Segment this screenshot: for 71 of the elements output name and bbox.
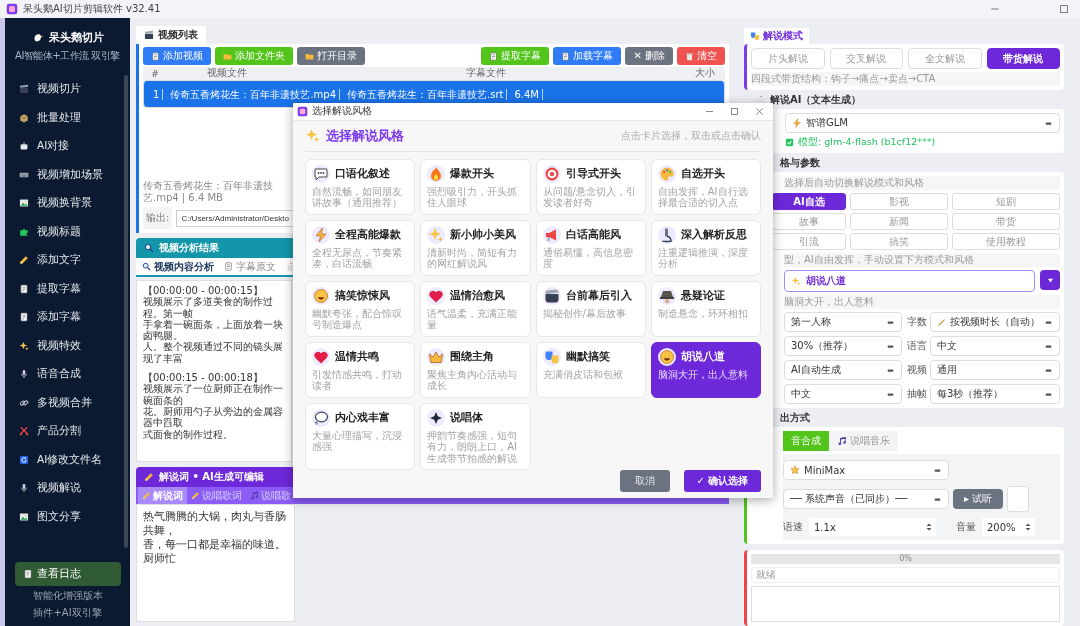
preset-hint: 选择后自动切换解说模式和风格 bbox=[784, 176, 1060, 190]
mode-hint: 四段式带货结构：钩子→痛点→卖点→CTA bbox=[751, 72, 1060, 86]
narration-title: 解说词 • AI生成可编辑 bbox=[159, 470, 264, 484]
style-description: 揭秘创作/幕后故事 bbox=[542, 307, 627, 319]
style-description: 语气温柔，充满正能量 bbox=[427, 307, 519, 331]
style-name: 幽默搞笑 bbox=[565, 349, 610, 364]
column-header: # bbox=[150, 68, 160, 79]
status-text: 就绪 bbox=[751, 567, 1060, 583]
style-description: 通俗易懂，高信息密度 bbox=[542, 246, 634, 270]
style-description: 清新时尚，简短有力的网红解说风 bbox=[427, 246, 519, 270]
brand-subtitle: AI智能体+工作流 双引擎 bbox=[15, 49, 120, 63]
brand-name: 呆头鹅切片 bbox=[48, 30, 104, 45]
analysis-title: 视频分析结果 bbox=[159, 241, 219, 255]
style-description: 全程无尿点，节奏紧凑，白话流畅 bbox=[312, 246, 403, 270]
table-cell: 6.4M bbox=[511, 88, 543, 100]
speed-label: 语速 bbox=[783, 520, 803, 534]
style-name: 全程高能爆款 bbox=[335, 227, 401, 242]
table-cell: 1 bbox=[150, 88, 164, 100]
style-name: 深入解析反思 bbox=[680, 227, 747, 242]
style-description: 从问题/悬念切入，引发读者好奇 bbox=[542, 185, 637, 209]
style-description: 脑洞大开，出人意料 bbox=[657, 368, 749, 380]
param-label: 抽帧 bbox=[906, 387, 927, 401]
dialog-hint: 点击卡片选择，双击或点击确认 bbox=[621, 128, 761, 143]
column-header: 字幕文件 bbox=[465, 67, 507, 80]
style-name: 内心戏丰富 bbox=[335, 410, 390, 425]
style-description: 大量心理描写，沉浸感强 bbox=[312, 429, 403, 453]
footer-text: 智能化增强版本 bbox=[32, 589, 103, 603]
style-name: 台前幕后引入 bbox=[565, 288, 632, 303]
window-title: 呆头鹅AI切片剪辑软件 v32.41 bbox=[23, 2, 161, 16]
column-header: 视频文件 bbox=[206, 67, 248, 80]
style-description: 自由发挥，AI自行选择最合适的切入点 bbox=[657, 185, 749, 209]
column-header: 大小 bbox=[694, 67, 716, 80]
section-title: 解说AI（文本生成） bbox=[770, 93, 862, 107]
style-description: 押韵节奏感强，短句有力，朗朗上口，AI生成带节拍感的解说 bbox=[427, 429, 519, 464]
style-name: 自选开头 bbox=[680, 166, 725, 181]
style-name: 口语化叙述 bbox=[335, 166, 390, 181]
style-name: 白话高能风 bbox=[565, 227, 621, 242]
style-description: 幽默夸张，配合惊叹号制造爆点 bbox=[312, 307, 403, 331]
volume-label: 音量 bbox=[956, 520, 976, 534]
param-label: 语言 bbox=[906, 339, 927, 353]
output-label: 输出: bbox=[143, 207, 173, 229]
param-label: 字数 bbox=[906, 315, 927, 329]
style-description: 自然流畅，如同朋友讲故事（通用推荐） bbox=[312, 185, 403, 209]
dialog-heading: 选择解说风格 bbox=[326, 126, 404, 145]
table-cell: 传奇五香烤花生：百年非遗技艺.mp4 bbox=[167, 88, 340, 100]
style-description: 强烈吸引力，开头抓住人眼球 bbox=[427, 185, 519, 209]
style-name: 悬疑论证 bbox=[680, 288, 725, 303]
progress-text: 0% bbox=[899, 554, 912, 564]
section-title: 格与参数 bbox=[780, 156, 820, 170]
style-name: 温情共鸣 bbox=[335, 349, 379, 364]
section-title: 出方式 bbox=[780, 411, 810, 425]
style-name: 围绕主角 bbox=[450, 349, 495, 364]
preset-note: 型，AI自由发挥，手动设置下方模式和风格 bbox=[784, 253, 1060, 267]
style-description: 引发情感共鸣，打动读者 bbox=[312, 368, 403, 392]
param-label: 视频 bbox=[906, 363, 927, 377]
style-description: 聚焦主角内心活动与成长 bbox=[427, 368, 519, 392]
table-cell: 传奇五香烤花生：百年非遗技艺.srt bbox=[344, 88, 508, 100]
style-name: 新小帅小美风 bbox=[450, 227, 517, 242]
file-info: 传奇五香烤花生：百年非遗技艺.mp4 | 6.4 MB bbox=[143, 180, 274, 204]
style-name: 胡说八道 bbox=[680, 349, 725, 364]
style-name: 引导式开头 bbox=[565, 166, 621, 181]
style-description: 充满俏皮话和包袱 bbox=[542, 368, 624, 380]
style-description: 注重逻辑推演，深度分析 bbox=[657, 246, 749, 270]
style-name: 温情治愈风 bbox=[450, 288, 506, 303]
style-name: 搞笑惊悚风 bbox=[335, 288, 390, 303]
style-description: 制造悬念，环环相扣 bbox=[657, 307, 749, 319]
model-info: 模型: glm-4-flash (b1cf12***) bbox=[798, 136, 936, 149]
style-name: 说唱体 bbox=[450, 410, 484, 425]
footer-text: 插件+AI双引擎 bbox=[33, 606, 102, 620]
style-name: 爆款开头 bbox=[450, 166, 495, 181]
style-hint: 脑洞大开，出人意料 bbox=[784, 295, 1060, 309]
